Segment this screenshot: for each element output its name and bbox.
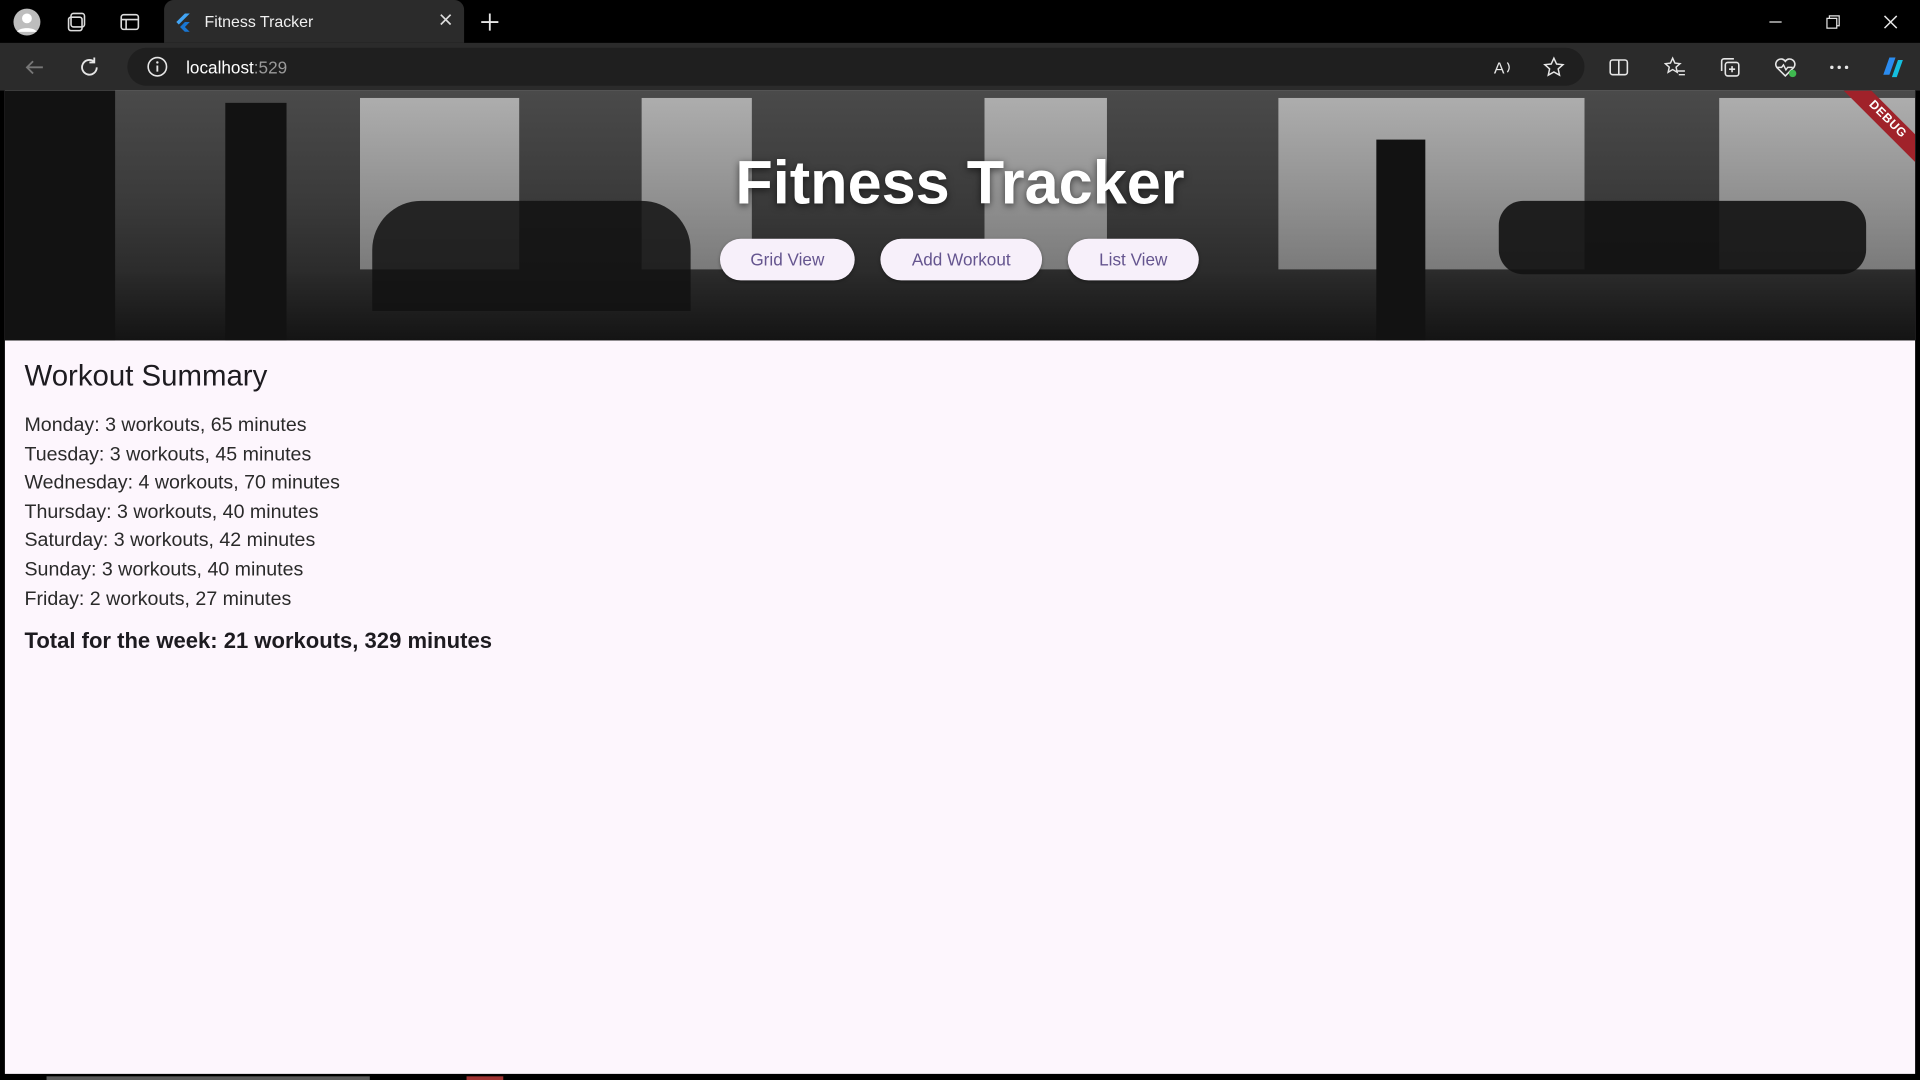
profile-avatar-icon[interactable] (12, 7, 41, 36)
browser-essentials-icon[interactable] (1772, 54, 1799, 81)
collections-icon[interactable] (1717, 54, 1744, 81)
list-item: Friday: 2 workouts, 27 minutes (24, 588, 292, 610)
refresh-icon[interactable] (76, 54, 103, 81)
close-tab-icon[interactable] (436, 10, 456, 30)
list-item: Sunday: 3 workouts, 40 minutes (24, 559, 304, 581)
url-host: localhost (186, 57, 254, 78)
web-page: Fitness Tracker Grid View Add Workout Li… (4, 90, 1916, 1074)
vertical-tabs-icon[interactable] (115, 7, 144, 36)
weekly-total: Total for the week: 21 workouts, 329 min… (24, 628, 492, 653)
add-workout-button[interactable]: Add Workout (880, 238, 1043, 281)
new-tab-icon[interactable] (475, 7, 504, 36)
flutter-favicon-icon (174, 12, 194, 32)
minimize-icon[interactable] (1763, 10, 1787, 34)
restore-icon[interactable] (1821, 10, 1845, 34)
title-bar: Fitness Tracker (0, 0, 1920, 43)
address-toolbar: localhost:529 A (0, 42, 1920, 91)
page-title: Fitness Tracker (735, 148, 1185, 217)
list-item: Saturday: 3 workouts, 42 minutes (24, 530, 316, 552)
summary-title: Workout Summary (24, 360, 268, 394)
grid-view-button[interactable]: Grid View (720, 238, 855, 281)
hero-bg-rack (225, 102, 287, 341)
url-text: localhost:529 (186, 58, 287, 78)
list-item: Monday: 3 workouts, 65 minutes (24, 415, 307, 436)
workspaces-icon[interactable] (62, 7, 91, 36)
copilot-icon[interactable] (1878, 54, 1905, 81)
more-icon[interactable] (1826, 54, 1853, 81)
horizontal-scrollbar[interactable] (46, 1076, 370, 1080)
list-item: Thursday: 3 workouts, 40 minutes (24, 501, 319, 523)
workout-summary: Workout Summary Monday: 3 workouts, 65 m… (24, 360, 491, 654)
back-arrow-icon[interactable] (21, 54, 48, 81)
favorites-icon[interactable] (1662, 54, 1689, 81)
site-info-icon[interactable] (147, 56, 168, 83)
list-item: Wednesday: 4 workouts, 70 minutes (24, 472, 340, 494)
tab-title: Fitness Tracker (204, 12, 314, 31)
day-list: Monday: 3 workouts, 65 minutes Tuesday: … (24, 411, 491, 613)
svg-text:A: A (1494, 60, 1505, 77)
hero-bg-floor (4, 274, 1916, 341)
browser-tab[interactable]: Fitness Tracker (164, 0, 465, 43)
read-aloud-icon[interactable]: A (1493, 56, 1515, 84)
close-window-icon[interactable] (1878, 10, 1902, 34)
hero-banner-image: Fitness Tracker Grid View Add Workout Li… (4, 90, 1916, 341)
browser-window: Fitness Tracker localhost:529 A Fitness … (0, 0, 1920, 1080)
split-screen-icon[interactable] (1605, 54, 1632, 81)
list-item: Tuesday: 3 workouts, 45 minutes (24, 443, 312, 465)
list-view-button[interactable]: List View (1067, 238, 1199, 281)
url-port: :529 (253, 57, 288, 78)
address-bar[interactable]: localhost:529 A (127, 47, 1585, 86)
favorite-star-icon[interactable] (1543, 56, 1565, 84)
scrollbar-marker (466, 1076, 504, 1080)
